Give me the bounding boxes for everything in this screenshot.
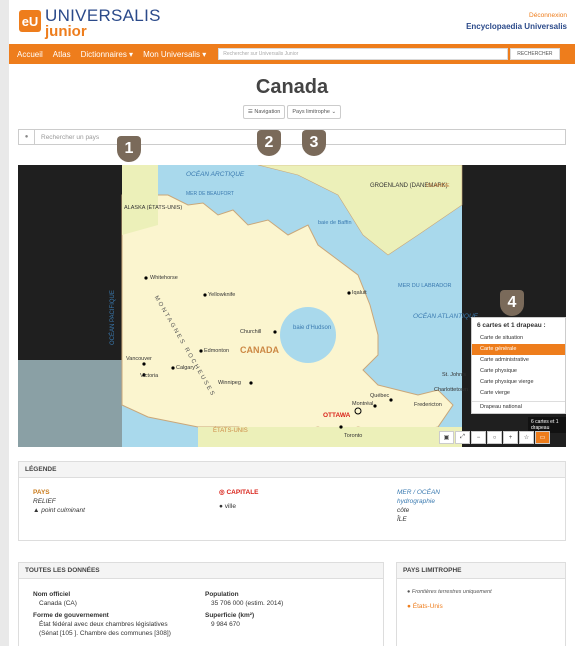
- page: eU UNIVERSALIS junior Déconnexion Encycl…: [9, 0, 575, 646]
- legend-title: LÉGENDE: [19, 462, 565, 478]
- map-selector-menu: 6 cartes et 1 drapeau : Carte de situati…: [471, 317, 566, 414]
- image-icon[interactable]: ▣: [439, 431, 454, 444]
- map-label-alaska: ALASKA (ÉTATS-UNIS): [124, 205, 183, 211]
- map-controls: ▣ ⤢ − ○ + ☆ ▭: [438, 431, 550, 444]
- nav-search-input[interactable]: Rechercher sur Universalis Junior: [218, 48, 509, 60]
- map-menu-item[interactable]: Carte physique: [472, 366, 565, 377]
- map-label-ocean-arctique: OCÉAN ARCTIQUE: [186, 171, 245, 178]
- city-label: Vancouver: [126, 356, 152, 362]
- legend-cote: côte: [397, 507, 410, 514]
- legend-relief: RELIEF: [33, 498, 56, 505]
- city-label: Charlottetown: [434, 387, 468, 393]
- city-label: Yellowknife: [208, 292, 236, 298]
- map-menu-item[interactable]: Carte de situation: [472, 333, 565, 344]
- logo[interactable]: eU UNIVERSALIS junior: [19, 7, 161, 39]
- legend-pays: PAYS: [33, 489, 50, 496]
- page-title: Canada: [255, 76, 329, 98]
- pays-limitrophe-button[interactable]: Pays limitrophe ⌄: [287, 105, 342, 119]
- population-label: Population: [205, 591, 239, 598]
- city-label: Whitehorse: [150, 275, 178, 281]
- zoom-out-icon[interactable]: −: [471, 431, 486, 444]
- city-label: Winnipeg: [218, 380, 241, 386]
- map-menu-item[interactable]: Carte vierge: [472, 388, 565, 399]
- legend-panel: LÉGENDE PAYS RELIEF ▲ point culminant ◎ …: [18, 461, 566, 541]
- city-label: Edmonton: [204, 348, 230, 354]
- legend-point: ▲ point culminant: [33, 507, 85, 514]
- zoom-in-icon[interactable]: +: [503, 431, 518, 444]
- city-label: Québec: [370, 393, 390, 399]
- legend-ile: ÎLE: [397, 516, 407, 523]
- neighbor-note: Frontières terrestres uniquement: [411, 589, 492, 595]
- legend-ville: ● ville: [219, 503, 236, 510]
- population-value: 35 706 000 (estim. 2014): [211, 600, 284, 607]
- maps-icon[interactable]: ▭: [535, 431, 550, 444]
- nav-mon-universalis[interactable]: Mon Universalis ▾: [143, 50, 206, 59]
- toolbar: ☰ Navigation Pays limitrophe ⌄: [9, 105, 575, 119]
- legend-hydro: hydrographie: [397, 498, 435, 505]
- logout-link[interactable]: Déconnexion: [466, 12, 567, 19]
- gov-value-2: (Sénat [105 ]. Chambre des communes [308…: [39, 630, 171, 637]
- badge-1: 1: [117, 136, 141, 162]
- map-viewer[interactable]: OCÉAN ARCTIQUE MER DE BEAUFORT ALASKA (É…: [18, 165, 566, 447]
- neighbor-panel: PAYS LIMITROPHE ● Frontières terrestres …: [396, 562, 566, 646]
- star-icon[interactable]: ☆: [519, 431, 534, 444]
- fullscreen-icon[interactable]: ⤢: [455, 431, 470, 444]
- nav-atlas[interactable]: Atlas: [53, 50, 71, 59]
- map-label-etats-unis: ÉTATS-UNIS: [213, 428, 248, 434]
- map-label-canada: CANADA: [240, 345, 279, 355]
- encyclopaedia-link[interactable]: Encyclopaedia Universalis: [466, 22, 567, 31]
- logo-badge: eU: [19, 10, 41, 32]
- map-menu-item[interactable]: Carte administrative: [472, 355, 565, 366]
- map-label-baie-hudson: baie d'Hudson: [293, 325, 332, 331]
- city-label: Fredericton: [414, 402, 442, 408]
- nav-search-button[interactable]: RECHERCHER: [510, 48, 560, 60]
- country-search[interactable]: ● Rechercher un pays: [18, 129, 566, 145]
- neighbor-title: PAYS LIMITROPHE: [397, 563, 565, 579]
- country-search-placeholder: Rechercher un pays: [41, 133, 100, 141]
- neighbor-icon: ●: [407, 603, 411, 610]
- map-label-baie-baffin: baie de Baffin: [318, 220, 352, 226]
- map-label-ocean-pacifique: OCÉAN PACIFIQUE: [110, 290, 116, 345]
- city-label: Victoria: [140, 373, 159, 379]
- city-label: Churchill: [240, 329, 262, 335]
- badge-3: 3: [302, 130, 326, 156]
- navigation-button[interactable]: ☰ Navigation: [242, 105, 286, 119]
- nav-dictionnaires[interactable]: Dictionnaires ▾: [81, 50, 133, 59]
- neighbor-link[interactable]: États-Unis: [413, 603, 443, 610]
- main-nav: Accueil Atlas Dictionnaires ▾ Mon Univer…: [9, 44, 575, 64]
- area-label: Superficie (km²): [205, 612, 255, 619]
- gov-value: État fédéral avec deux chambres législat…: [39, 621, 168, 628]
- badge-4: 4: [500, 290, 524, 316]
- info-icon: ●: [407, 589, 411, 595]
- badge-2: 2: [257, 130, 281, 156]
- city-label: St. John's: [442, 372, 466, 378]
- logo-subtitle: junior: [45, 23, 87, 40]
- map-label-ottawa: OTTAWA: [323, 412, 351, 419]
- map-menu-title: 6 cartes et 1 drapeau :: [477, 322, 546, 329]
- header: eU UNIVERSALIS junior Déconnexion Encycl…: [9, 0, 575, 44]
- city-label: Iqaluit: [352, 290, 367, 296]
- data-title: TOUTES LES DONNÉES: [19, 563, 383, 579]
- city-label: Toronto: [344, 433, 363, 439]
- city-label: Calgary: [176, 365, 195, 371]
- map-label-islande: ISLANDE: [426, 183, 450, 189]
- search-icon: ●: [19, 130, 35, 144]
- map-menu-item[interactable]: Drapeau national: [472, 402, 565, 413]
- nav-accueil[interactable]: Accueil: [17, 50, 43, 59]
- official-name-value: Canada (CA): [39, 600, 77, 607]
- data-panel: TOUTES LES DONNÉES Nom officiel Canada (…: [18, 562, 384, 646]
- map-label-beaufort: MER DE BEAUFORT: [186, 191, 234, 197]
- legend-capitale: ◎ CAPITALE: [219, 489, 259, 496]
- map-menu-item[interactable]: Carte physique vierge: [472, 377, 565, 388]
- area-value: 9 984 670: [211, 621, 240, 628]
- map-menu-item-active[interactable]: Carte générale: [472, 344, 565, 355]
- logo-title: UNIVERSALIS: [45, 6, 161, 25]
- map-label-mer-labrador: MER DU LABRADOR: [398, 283, 452, 289]
- city-label: Montréal: [352, 401, 374, 407]
- gov-label: Forme de gouvernement: [33, 612, 109, 619]
- zoom-icon[interactable]: ○: [487, 431, 502, 444]
- map-label-ocean-atlantique: OCÉAN ATLANTIQUE: [413, 313, 479, 320]
- legend-mer: MER / OCÉAN: [397, 489, 440, 496]
- official-name-label: Nom officiel: [33, 591, 71, 598]
